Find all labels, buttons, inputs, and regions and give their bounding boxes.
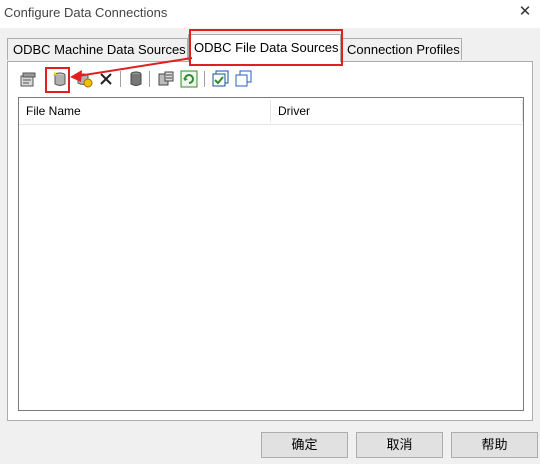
database-icon[interactable] [127, 70, 145, 88]
add-icon[interactable] [75, 70, 93, 88]
window-title: Configure Data Connections [4, 5, 168, 20]
tab-odbc-machine-data-sources[interactable]: ODBC Machine Data Sources [7, 38, 188, 60]
copy-icon[interactable] [235, 70, 253, 88]
delete-icon[interactable] [97, 70, 115, 88]
select-icon[interactable] [212, 70, 230, 88]
ok-button[interactable]: 确定 [261, 432, 348, 458]
toolbar-separator [120, 71, 121, 87]
refresh-icon[interactable] [180, 70, 198, 88]
properties-icon[interactable] [19, 70, 37, 88]
toolbar-separator [204, 71, 205, 87]
title-bar: Configure Data Connections ✕ [0, 0, 540, 28]
column-header-file-name[interactable]: File Name [19, 98, 270, 124]
new-file-dsn-icon[interactable] [51, 70, 69, 88]
list-header: File Name Driver [19, 98, 523, 125]
tab-strip: ODBC Machine Data Sources ODBC File Data… [0, 34, 540, 62]
toolbar [12, 68, 312, 90]
close-icon[interactable]: ✕ [516, 3, 534, 21]
file-dsn-list[interactable]: File Name Driver [18, 97, 524, 411]
toolbar-separator [149, 71, 150, 87]
column-header-driver[interactable]: Driver [271, 98, 523, 124]
tab-connection-profiles[interactable]: Connection Profiles [341, 38, 462, 60]
driver-icon[interactable] [157, 70, 175, 88]
cancel-button[interactable]: 取消 [356, 432, 443, 458]
column-divider[interactable] [522, 100, 523, 122]
tab-odbc-file-data-sources[interactable]: ODBC File Data Sources [188, 34, 341, 62]
help-button[interactable]: 帮助 [451, 432, 538, 458]
